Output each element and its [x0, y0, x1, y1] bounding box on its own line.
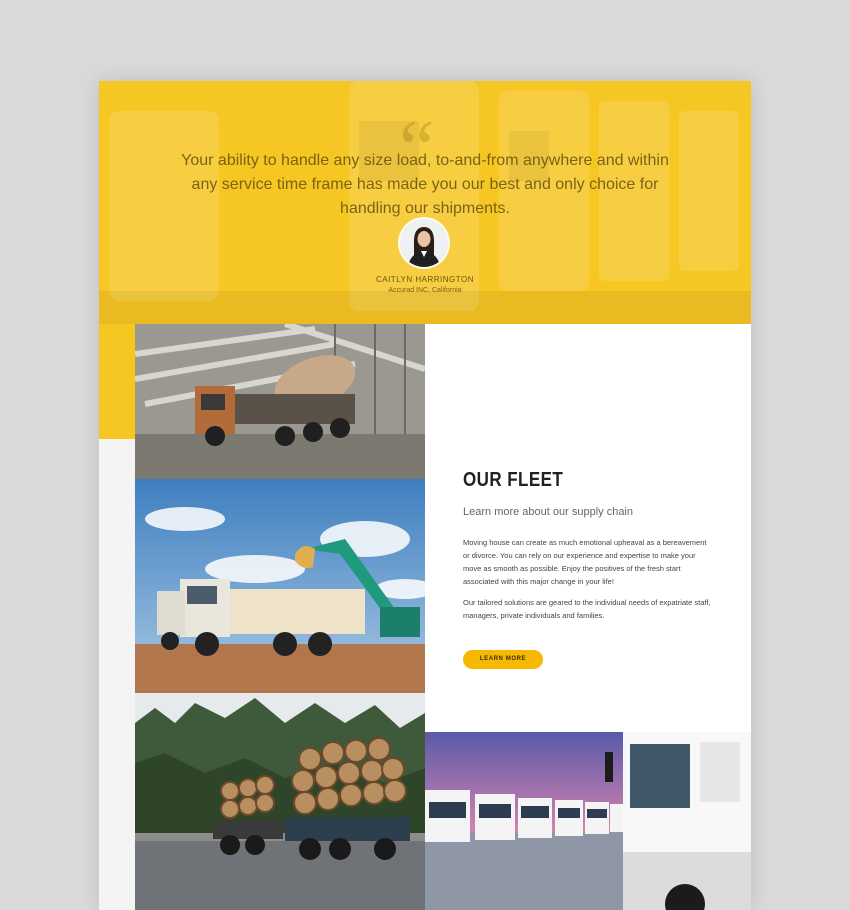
side-band	[99, 439, 135, 910]
fleet-subtitle: Learn more about our supply chain	[463, 506, 633, 518]
fleet-paragraph: Moving house can create as much emotiona…	[463, 538, 707, 586]
testimonial-quote: Your ability to handle any size load, to…	[181, 152, 669, 217]
logging-truck-photo	[135, 693, 425, 910]
testimonial-section: “ Your ability to handle any size load, …	[99, 81, 751, 324]
learn-more-button[interactable]: LEARN MORE	[463, 650, 543, 669]
fleet-paragraph: Our tailored solutions are geared to the…	[463, 598, 711, 620]
landing-page: “ Your ability to handle any size load, …	[99, 81, 751, 910]
fleet-section: OUR FLEET Learn more about our supply ch…	[463, 469, 713, 669]
dump-truck-photo	[135, 479, 425, 693]
cement-mixer-photo	[135, 324, 425, 479]
client-avatar	[400, 219, 448, 267]
client-company: Accurad INC, California	[388, 287, 462, 294]
accent-band	[99, 324, 135, 439]
truck-fleet-photo	[425, 732, 751, 910]
client-name: CAITLYN HARRINGTON	[375, 275, 475, 284]
fleet-title: OUR FLEET	[463, 469, 564, 491]
